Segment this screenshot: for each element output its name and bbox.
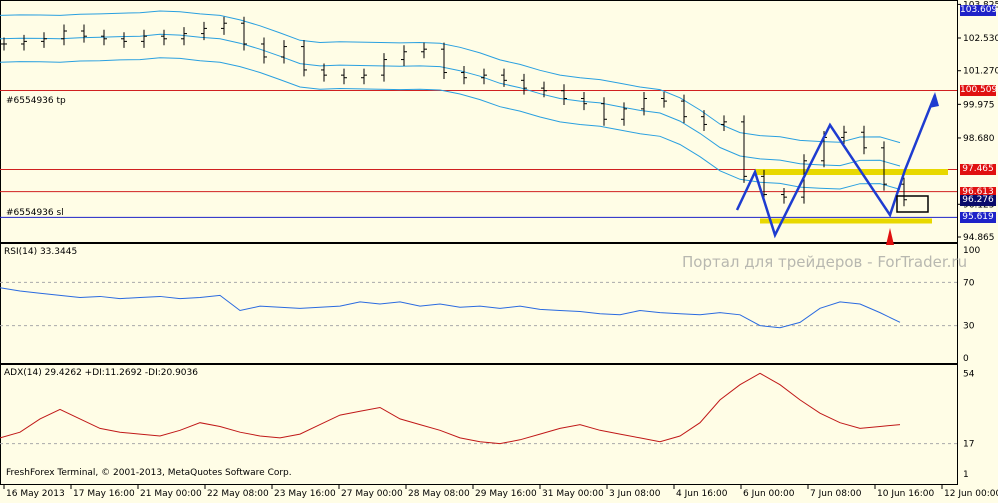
price-tag: 103.609 — [960, 5, 998, 16]
copyright: FreshForex Terminal, © 2001-2013, MetaQu… — [6, 468, 292, 478]
time-tick-label: 16 May 2013 — [6, 489, 65, 499]
price-tick-label: 99.975 — [963, 100, 995, 110]
rsi-tick-label: 0 — [963, 354, 969, 364]
time-tick-label: 4 Jun 16:00 — [676, 489, 728, 499]
pane-border — [0, 364, 958, 485]
price-tick-label: 102.530 — [963, 34, 998, 44]
rsi-tick-label: 70 — [963, 278, 975, 288]
time-tick-label: 21 May 00:00 — [140, 489, 202, 499]
adx-label: ADX(14) 29.4262 +DI:11.2692 -DI:20.9036 — [4, 368, 198, 378]
time-tick-label: 7 Jun 08:00 — [810, 489, 862, 499]
price-tag: 96.276 — [960, 195, 996, 207]
rsi-tick-label: 30 — [963, 322, 975, 332]
time-tick-label: 3 Jun 08:00 — [609, 489, 661, 499]
tp-label: #6554936 tp — [6, 96, 66, 106]
rsi-line — [0, 287, 901, 329]
price-tick-label: 101.270 — [963, 67, 998, 77]
time-tick-label: 6 Jun 00:00 — [743, 489, 795, 499]
sl-label: #6554936 sl — [6, 208, 64, 218]
adx-tick-label: 54 — [963, 369, 975, 379]
time-tick-label: 17 May 16:00 — [73, 489, 135, 499]
arrow-head-icon — [929, 92, 939, 108]
adx-line — [0, 372, 901, 445]
adx-tick-label: 17 — [963, 440, 974, 450]
selection-box — [896, 195, 929, 213]
time-tick-label: 31 May 00:00 — [542, 489, 604, 499]
price-tag: 97.465 — [960, 164, 996, 176]
price-tick-label: 94.865 — [963, 233, 995, 243]
time-tick-label: 12 Jun 00:00 — [944, 489, 998, 499]
time-tick-label: 27 May 00:00 — [341, 489, 403, 499]
bollinger-band — [0, 33, 901, 167]
time-tick-label: 23 May 16:00 — [274, 489, 336, 499]
trading-chart[interactable]: 103.825102.530101.27099.97598.68096.1259… — [0, 0, 998, 503]
time-tick-label: 28 May 08:00 — [408, 489, 470, 499]
price-tag: 95.619 — [960, 212, 996, 224]
adx-tick-label: 1 — [963, 470, 969, 480]
time-tick-label: 10 Jun 16:00 — [877, 489, 934, 499]
price-tag: 100.509 — [960, 85, 998, 97]
red-arrow-icon — [886, 228, 894, 245]
time-tick-label: 22 May 08:00 — [207, 489, 269, 499]
watermark: Портал для трейдеров - ForTrader.ru — [682, 253, 968, 271]
price-tick-label: 98.680 — [963, 134, 995, 144]
bollinger-band — [0, 10, 901, 144]
chart-canvas: 103.825102.530101.27099.97598.68096.1259… — [0, 0, 998, 499]
rsi-label: RSI(14) 33.3445 — [4, 247, 78, 257]
time-tick-label: 29 May 16:00 — [475, 489, 537, 499]
